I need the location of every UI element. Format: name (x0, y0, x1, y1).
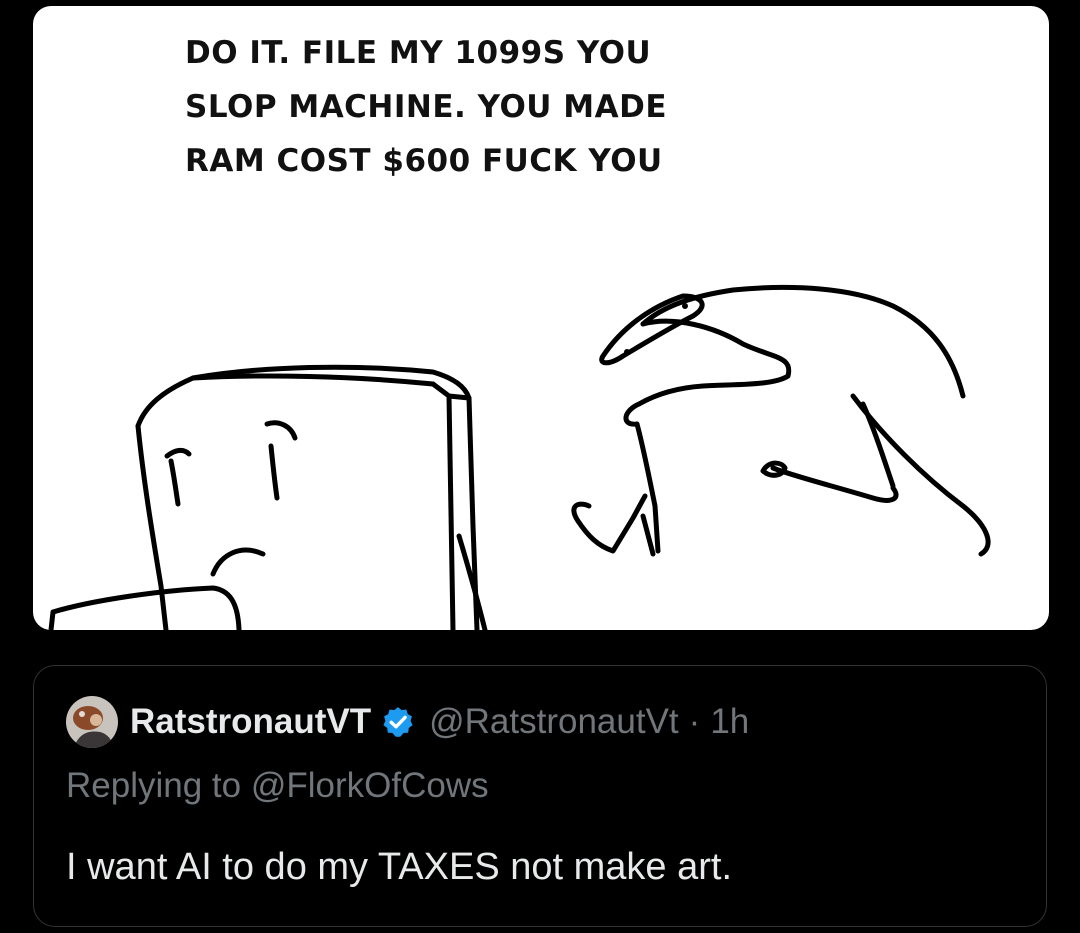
flork-right-arm (770, 465, 899, 503)
computer-monitor-edge (430, 381, 456, 630)
replying-to-handle[interactable]: @FlorkOfCows (251, 766, 489, 805)
flork-eye-2 (682, 303, 688, 309)
timestamp[interactable]: 1h (710, 702, 749, 742)
replying-to-prefix: Replying to (66, 766, 242, 805)
flork-head (640, 284, 966, 399)
flork-right-forearm (860, 401, 896, 489)
flork-spine (640, 513, 656, 557)
flork-arm-top (623, 318, 792, 427)
avatar[interactable] (66, 696, 118, 748)
comic-image[interactable]: DO IT. FILE MY 1099S YOU SLOP MACHINE. Y… (33, 6, 1049, 630)
quoted-tweet[interactable]: RatstronautVT @RatstronautVt · 1h Replyi… (33, 665, 1047, 927)
page: DO IT. FILE MY 1099S YOU SLOP MACHINE. Y… (0, 0, 1080, 933)
flork-body (850, 393, 991, 557)
comic-caption-line: DO IT. FILE MY 1099S YOU (185, 35, 652, 71)
flork-left-arm (571, 493, 648, 554)
computer-monitor-inner (446, 393, 472, 401)
computer-monitor-top (190, 373, 436, 387)
separator-dot: · (688, 702, 701, 741)
display-name[interactable]: RatstronautVT (130, 702, 371, 742)
computer-monitor-front (135, 423, 169, 630)
computer-mouth (210, 547, 266, 577)
computer-left-brow (164, 447, 192, 459)
computer-left-eye (168, 458, 181, 507)
computer-box (48, 585, 242, 630)
flork-eye (624, 349, 630, 355)
quoted-tweet-header: RatstronautVT @RatstronautVt · 1h (66, 696, 749, 748)
comic-caption: DO IT. FILE MY 1099S YOU SLOP MACHINE. Y… (185, 26, 825, 188)
tweet-text: I want AI to do my TAXES not make art. (66, 846, 733, 888)
user-handle[interactable]: @RatstronautVt (429, 702, 679, 742)
replying-to-line: Replying to @FlorkOfCows (66, 766, 489, 806)
computer-right-brow (264, 420, 298, 441)
comic-caption-line: RAM COST $600 FUCK YOU (185, 143, 663, 179)
verified-badge-icon (383, 707, 413, 737)
comic-caption-line: SLOP MACHINE. YOU MADE (185, 89, 668, 125)
avatar-image (66, 696, 118, 748)
computer-right-eye (268, 443, 280, 501)
